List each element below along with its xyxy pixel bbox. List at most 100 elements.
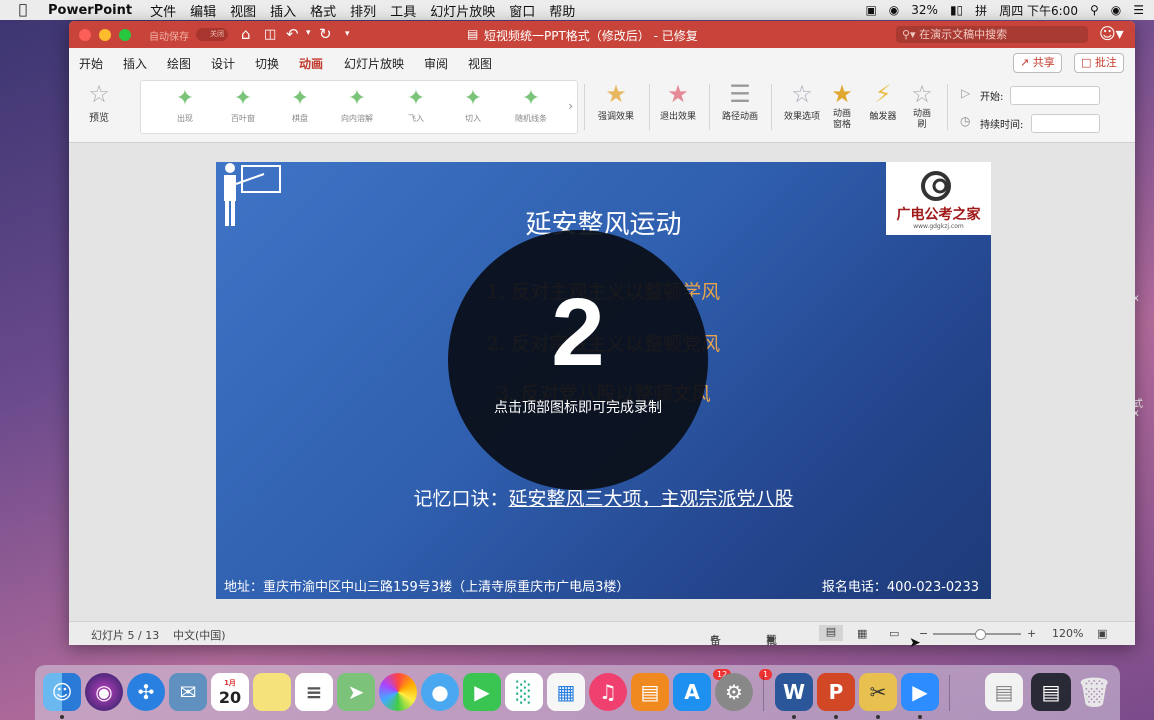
autosave-toggle[interactable]: 关闭 xyxy=(196,28,228,41)
clock[interactable]: 周四 下午6:00 xyxy=(999,2,1078,19)
menu-file[interactable]: 文件 xyxy=(150,1,176,20)
undo-icon[interactable]: ↶ xyxy=(286,25,299,43)
effect-blinds[interactable]: ✦ 百叶窗 xyxy=(215,85,271,124)
menu-tools[interactable]: 工具 xyxy=(390,1,416,20)
apple-icon[interactable]:  xyxy=(14,2,32,18)
facetime-icon[interactable]: ▶ xyxy=(463,673,501,711)
fit-to-window-icon[interactable]: ▣ xyxy=(1097,627,1107,640)
running-indicator xyxy=(60,715,64,719)
zoom-slider-thumb[interactable] xyxy=(975,629,986,640)
control-center-icon[interactable]: ☰ xyxy=(1133,3,1144,17)
gallery-scroll-icon[interactable]: › xyxy=(568,99,573,113)
mail-icon[interactable]: ✉ xyxy=(169,673,207,711)
feedback-icon[interactable]: ☺▾ xyxy=(1099,24,1124,43)
effect-options-button[interactable]: ☆ 效果选项 xyxy=(779,79,825,122)
input-method-icon[interactable]: 拼 xyxy=(975,2,987,19)
screen-record-icon[interactable]: ▣ xyxy=(865,3,876,17)
home-icon[interactable]: ⌂ xyxy=(241,25,251,43)
safari-icon[interactable]: ✣ xyxy=(127,673,165,711)
normal-view-icon[interactable]: ▤ xyxy=(819,625,843,641)
running-indicator xyxy=(792,715,796,719)
tab-view[interactable]: 视图 xyxy=(468,55,492,72)
menu-help[interactable]: 帮助 xyxy=(549,1,575,20)
motion-path-button[interactable]: ☰ 路径动画 xyxy=(717,79,763,122)
scissors-app-icon[interactable]: ✂ xyxy=(859,673,897,711)
tab-home[interactable]: 开始 xyxy=(79,55,103,72)
zoom-in-icon[interactable]: + xyxy=(1027,627,1036,640)
mnemonic-link[interactable]: 延安整风三大项，主观宗派党八股 xyxy=(509,488,794,510)
powerpoint-icon[interactable]: P xyxy=(817,673,855,711)
menu-edit[interactable]: 编辑 xyxy=(190,1,216,20)
menu-slideshow[interactable]: 幻灯片放映 xyxy=(430,1,495,20)
effect-checkerboard[interactable]: ✦ 棋盘 xyxy=(272,85,328,124)
trigger-button[interactable]: ⚡ 触发器 xyxy=(863,79,903,122)
app-store-icon[interactable]: A xyxy=(673,673,711,711)
emphasis-effects-button[interactable]: ★ 强调效果 xyxy=(593,79,639,122)
menu-view[interactable]: 视图 xyxy=(230,1,256,20)
animation-pane-button[interactable]: ★ 动画窗格 xyxy=(827,79,857,131)
notes-app-icon[interactable] xyxy=(253,673,291,711)
photos-icon[interactable] xyxy=(379,673,417,711)
zoom-app-icon[interactable]: ▶ xyxy=(901,673,939,711)
tab-design[interactable]: 设计 xyxy=(211,55,235,72)
slide[interactable]: 广电公考之家 www.gdgkzj.com 延安整风运动 1. 反对主观主义以整… xyxy=(216,162,991,599)
tab-insert[interactable]: 插入 xyxy=(123,55,147,72)
customize-toolbar-icon[interactable]: ▾ xyxy=(345,29,350,39)
messages-icon[interactable]: ● xyxy=(421,673,459,711)
minimize-button[interactable] xyxy=(99,29,111,41)
menu-arrange[interactable]: 排列 xyxy=(350,1,376,20)
reading-view-icon[interactable]: ▭ xyxy=(889,627,899,640)
language[interactable]: 中文(中国) xyxy=(173,627,226,643)
effect-peek-in[interactable]: ✦ 切入 xyxy=(445,85,501,124)
music-icon[interactable]: ♫ xyxy=(589,673,627,711)
tab-animations[interactable]: 动画 xyxy=(299,55,324,78)
app-menu[interactable]: PowerPoint xyxy=(48,3,132,18)
undo-dropdown-icon[interactable]: ▾ xyxy=(306,28,311,38)
tab-slideshow[interactable]: 幻灯片放映 xyxy=(344,55,404,72)
battery-percent[interactable]: 32% xyxy=(911,3,938,17)
maps-icon[interactable]: ➤ xyxy=(337,673,375,711)
animation-painter-button[interactable]: ☆ 动画刷 xyxy=(907,79,937,131)
tab-transitions[interactable]: 切换 xyxy=(255,55,279,72)
tab-review[interactable]: 审阅 xyxy=(424,55,448,72)
effect-random-bars[interactable]: ✦ 随机线条 xyxy=(503,85,559,124)
effect-appear[interactable]: ✦ 出现 xyxy=(157,85,213,124)
zoom-button[interactable] xyxy=(119,29,131,41)
wifi-icon[interactable]: ◉ xyxy=(889,3,899,17)
spotlight-icon[interactable]: ⚲ xyxy=(1090,3,1099,17)
finder-icon[interactable]: ☺ xyxy=(43,673,81,711)
menu-format[interactable]: 格式 xyxy=(310,1,336,20)
zoom-level[interactable]: 120% xyxy=(1052,627,1083,640)
siri-icon[interactable]: ◉ xyxy=(1111,3,1121,17)
effect-fly-in[interactable]: ✦ 飞入 xyxy=(388,85,444,124)
screenshot-stack-icon[interactable]: ▤ xyxy=(1031,673,1071,711)
menu-window[interactable]: 窗口 xyxy=(509,1,535,20)
share-button[interactable]: ↗ 共享 xyxy=(1013,53,1062,73)
reminders-icon[interactable]: ≡ xyxy=(295,673,333,711)
tab-draw[interactable]: 绘图 xyxy=(167,55,191,72)
start-select[interactable] xyxy=(1010,86,1100,105)
save-icon[interactable]: ◫ xyxy=(264,27,276,42)
separator xyxy=(649,84,650,130)
numbers-icon[interactable]: ░ xyxy=(505,673,543,711)
comments-button[interactable]: □ 批注 xyxy=(1074,53,1124,73)
search-input[interactable]: ⚲▾ 在演示文稿中搜索 xyxy=(896,26,1088,43)
slide-sorter-icon[interactable]: ▦ xyxy=(857,627,867,640)
battery-icon[interactable]: ▮▯ xyxy=(950,3,963,17)
preview-button[interactable]: ☆ 预览 xyxy=(79,79,119,124)
trash-icon[interactable]: 🗑 xyxy=(1075,673,1113,711)
duration-stepper[interactable] xyxy=(1031,114,1100,133)
exit-effects-button[interactable]: ★ 退出效果 xyxy=(655,79,701,122)
system-preferences-icon[interactable]: ⚙ xyxy=(715,673,753,711)
menu-insert[interactable]: 插入 xyxy=(270,1,296,20)
document-stack-icon[interactable]: ▤ xyxy=(985,673,1023,711)
siri-icon[interactable]: ◉ xyxy=(85,673,123,711)
effect-dissolve-in[interactable]: ✦ 向内溶解 xyxy=(329,85,385,124)
close-button[interactable] xyxy=(79,29,91,41)
recording-countdown[interactable]: 2 点击顶部图标即可完成录制 xyxy=(448,230,708,490)
word-icon[interactable]: W xyxy=(775,673,813,711)
calendar-icon[interactable]: 1月 20 xyxy=(211,673,249,711)
redo-icon[interactable]: ↻ xyxy=(319,25,332,43)
keynote-icon[interactable]: ▦ xyxy=(547,673,585,711)
books-icon[interactable]: ▤ xyxy=(631,673,669,711)
